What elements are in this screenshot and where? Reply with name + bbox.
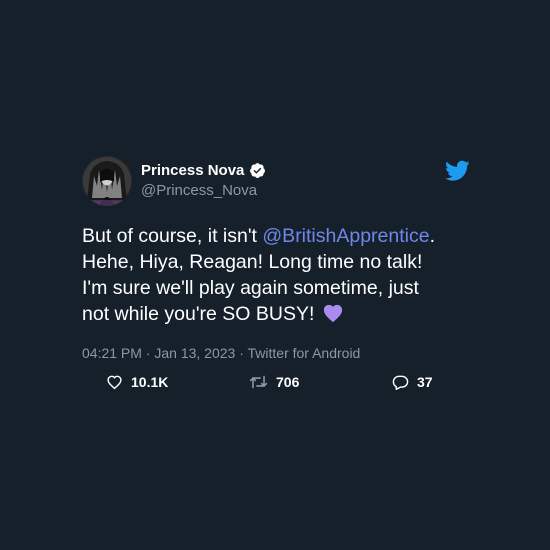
retweet-count: 706 xyxy=(276,374,300,390)
tweet-card: Princess Nova @Princess_Nova But of cour… xyxy=(82,156,472,396)
tweet-text-line-1: But of course, it isn't @BritishApprenti… xyxy=(82,223,472,249)
reply-bubble-icon xyxy=(392,374,409,390)
tweet-actions: 10.1K 706 37 xyxy=(82,374,472,396)
tweet-text-line1-after: . xyxy=(429,225,436,247)
display-name-row: Princess Nova xyxy=(141,161,266,180)
purple-heart-emoji-icon xyxy=(322,303,344,330)
tweet-text: But of course, it isn't @BritishApprenti… xyxy=(82,223,472,330)
display-name[interactable]: Princess Nova xyxy=(141,161,244,180)
like-count: 10.1K xyxy=(131,374,169,390)
heart-outline-icon xyxy=(106,374,123,390)
retweet-button[interactable]: 706 xyxy=(249,374,299,390)
twitter-bird-icon[interactable] xyxy=(445,160,470,182)
tweet-text-line4-text: not while you're SO BUSY! xyxy=(82,303,315,325)
reply-button[interactable]: 37 xyxy=(392,374,433,390)
reply-count: 37 xyxy=(417,374,433,390)
tweet-meta: 04:21 PM · Jan 13, 2023 · Twitter for An… xyxy=(82,345,361,361)
tweet-text-line-4: not while you're SO BUSY! xyxy=(82,301,472,330)
like-button[interactable]: 10.1K xyxy=(106,374,168,390)
tweet-header: Princess Nova @Princess_Nova xyxy=(82,156,472,208)
mention-link[interactable]: @BritishApprentice xyxy=(262,225,429,247)
avatar[interactable] xyxy=(82,156,132,206)
verified-badge-icon xyxy=(249,162,266,179)
tweet-text-line-3: I'm sure we'll play again sometime, just xyxy=(82,277,419,299)
name-block: Princess Nova @Princess_Nova xyxy=(141,161,266,200)
tweet-text-line-2: Hehe, Hiya, Reagan! Long time no talk! xyxy=(82,251,423,273)
retweet-icon xyxy=(249,374,268,390)
tweet-text-line1-before: But of course, it isn't xyxy=(82,225,263,247)
handle[interactable]: @Princess_Nova xyxy=(141,181,266,200)
